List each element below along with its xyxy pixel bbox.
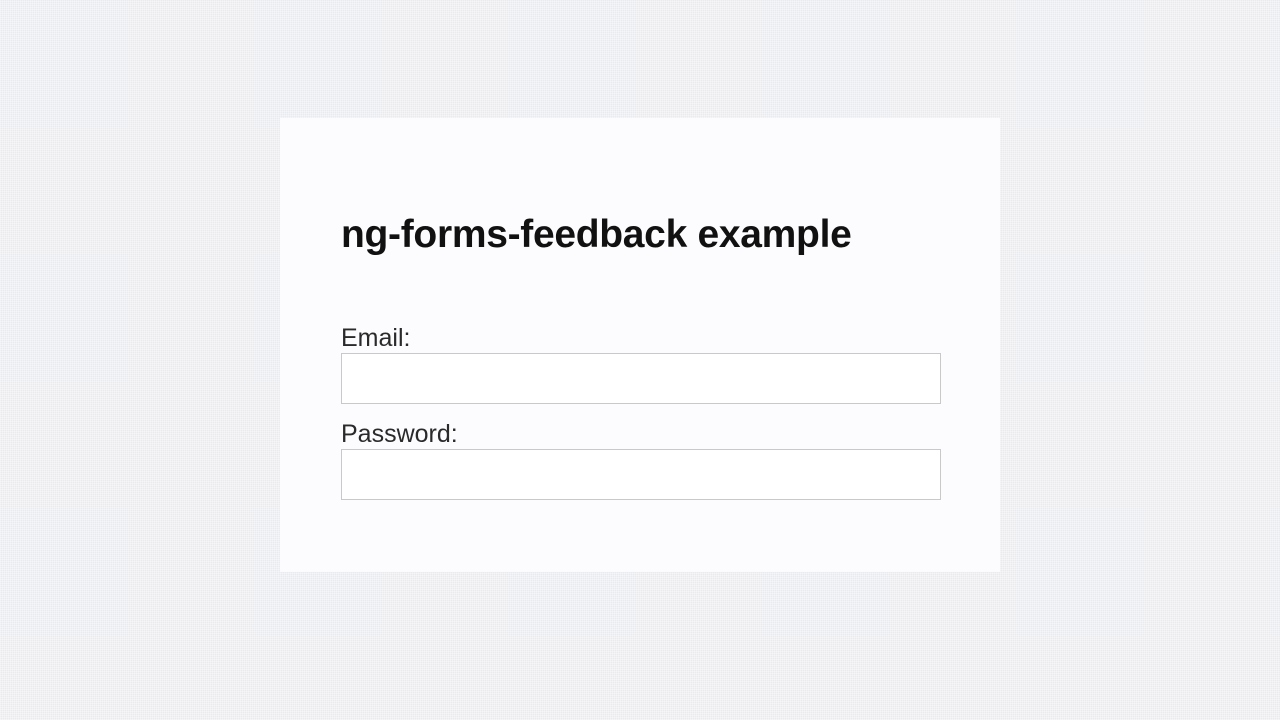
- password-label: Password:: [341, 420, 458, 448]
- email-field[interactable]: [341, 353, 941, 404]
- page-title: ng-forms-feedback example: [341, 213, 852, 256]
- password-field[interactable]: [341, 449, 941, 500]
- form-card: ng-forms-feedback example Email: Passwor…: [280, 118, 1000, 572]
- email-label: Email:: [341, 324, 411, 352]
- login-form: Email: Password:: [341, 323, 941, 500]
